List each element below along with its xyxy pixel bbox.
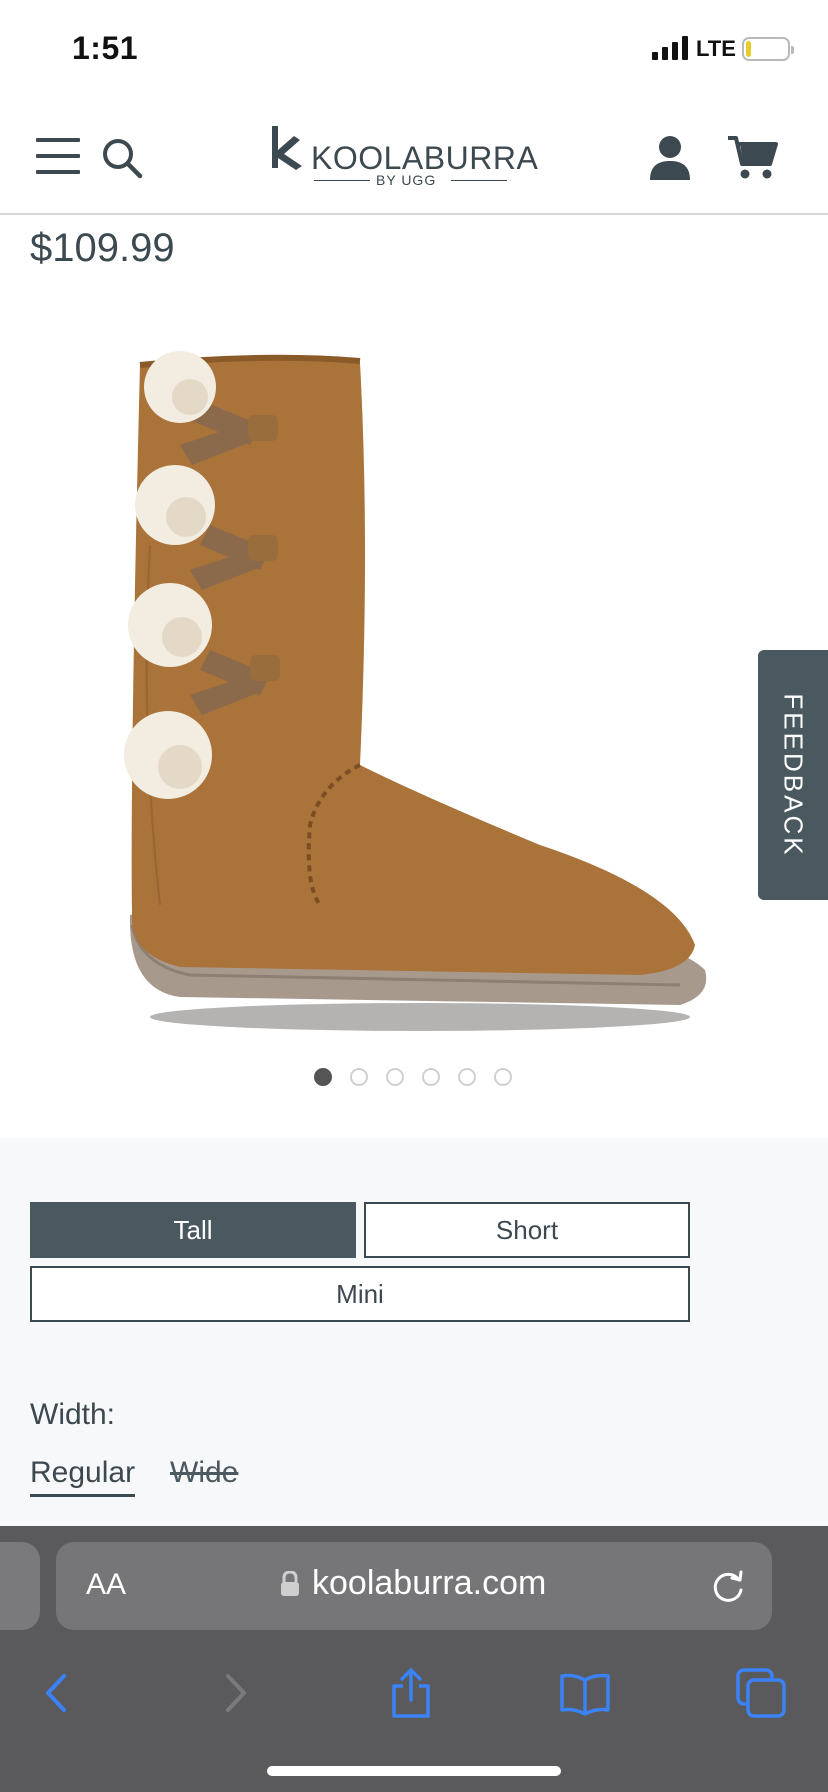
home-indicator [267,1766,561,1776]
share-icon[interactable] [384,1666,438,1720]
status-bar: 1:51 LTE [0,0,828,100]
menu-icon [36,138,80,142]
feedback-label: FEEDBACK [778,692,809,858]
menu-button[interactable] [36,138,80,174]
style-option-short[interactable]: Short [364,1202,690,1258]
koala-leaf-icon [272,126,302,170]
site-header: KOOLABURRA BY UGG [0,100,828,215]
carousel-dot[interactable] [458,1068,476,1086]
cart-icon[interactable] [726,134,778,182]
width-label: Width: [30,1398,116,1431]
product-image[interactable] [120,345,710,1045]
feedback-tab[interactable]: FEEDBACK [758,650,828,900]
bookmarks-icon[interactable] [558,1666,612,1720]
brand-logo[interactable]: KOOLABURRA BY UGG [266,122,538,194]
carousel-dot[interactable] [350,1068,368,1086]
reload-icon[interactable] [708,1566,748,1606]
width-option-wide[interactable]: Wide [170,1456,238,1490]
carousel-dot[interactable] [386,1068,404,1086]
forward-icon[interactable] [208,1666,262,1720]
browser-bottom-bar: AA koolaburra.com [0,1526,828,1792]
status-time: 1:51 [72,30,139,66]
product-price: $109.99 [30,226,175,270]
style-option-mini[interactable]: Mini [30,1266,690,1322]
tabs-icon[interactable] [734,1666,788,1720]
image-carousel-dots [314,1068,512,1086]
carousel-dot[interactable] [314,1068,332,1086]
signal-icon [652,36,688,60]
style-option-tall[interactable]: Tall [30,1202,356,1258]
browser-toolbar [0,1656,828,1736]
network-label: LTE [696,36,736,61]
carousel-dot[interactable] [422,1068,440,1086]
previous-tab-stub[interactable] [0,1542,40,1630]
width-option-regular[interactable]: Regular [30,1456,136,1497]
carousel-dot[interactable] [494,1068,512,1086]
address-bar[interactable]: AA koolaburra.com [56,1542,772,1630]
lock-icon [281,1570,299,1596]
battery-icon [742,37,794,61]
url-text: koolaburra.com [312,1564,547,1602]
logo-subtext: BY UGG [376,172,437,188]
url-display[interactable]: koolaburra.com [280,1564,546,1603]
back-icon[interactable] [30,1666,84,1720]
reader-options-button[interactable]: AA [86,1568,126,1602]
search-icon[interactable] [98,134,146,182]
account-icon[interactable] [648,134,692,182]
options-panel: Tall Short Mini Width: Regular Wide [0,1138,828,1528]
